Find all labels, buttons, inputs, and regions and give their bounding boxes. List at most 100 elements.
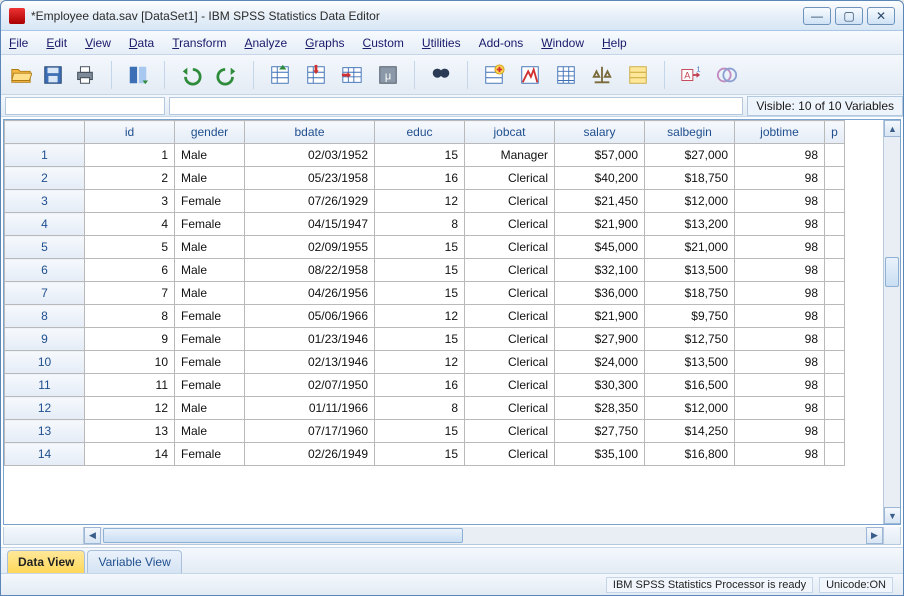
cell-salary[interactable]: $57,000 bbox=[555, 144, 645, 167]
table-row[interactable]: 1414Female02/26/194915Clerical$35,100$16… bbox=[5, 443, 845, 466]
cell-salary[interactable]: $21,900 bbox=[555, 305, 645, 328]
cell-salbegin[interactable]: $21,000 bbox=[645, 236, 735, 259]
column-header-jobcat[interactable]: jobcat bbox=[465, 121, 555, 144]
menu-edit[interactable]: Edit bbox=[46, 36, 67, 50]
cell-salbegin[interactable]: $12,750 bbox=[645, 328, 735, 351]
cell-jobtime[interactable]: 98 bbox=[735, 167, 825, 190]
cell-jobcat[interactable]: Clerical bbox=[465, 420, 555, 443]
menu-utilities[interactable]: Utilities bbox=[422, 36, 461, 50]
menu-analyze[interactable]: Analyze bbox=[244, 36, 287, 50]
row-header[interactable]: 11 bbox=[5, 374, 85, 397]
cell-jobcat[interactable]: Clerical bbox=[465, 190, 555, 213]
cell-p[interactable] bbox=[825, 282, 845, 305]
cell-bdate[interactable]: 02/13/1946 bbox=[245, 351, 375, 374]
cell-jobtime[interactable]: 98 bbox=[735, 236, 825, 259]
column-header-bdate[interactable]: bdate bbox=[245, 121, 375, 144]
cell-jobtime[interactable]: 98 bbox=[735, 374, 825, 397]
cell-bdate[interactable]: 01/11/1966 bbox=[245, 397, 375, 420]
cell-gender[interactable]: Male bbox=[175, 282, 245, 305]
cell-gender[interactable]: Male bbox=[175, 167, 245, 190]
column-header-salbegin[interactable]: salbegin bbox=[645, 121, 735, 144]
row-header[interactable]: 1 bbox=[5, 144, 85, 167]
row-header[interactable]: 3 bbox=[5, 190, 85, 213]
weight-cases-icon[interactable] bbox=[588, 61, 616, 89]
scroll-right-arrow-icon[interactable]: ▶ bbox=[866, 527, 883, 544]
cell-jobcat[interactable]: Clerical bbox=[465, 397, 555, 420]
cell-jobcat[interactable]: Clerical bbox=[465, 443, 555, 466]
column-header-salary[interactable]: salary bbox=[555, 121, 645, 144]
menu-transform[interactable]: Transform bbox=[172, 36, 226, 50]
cell-p[interactable] bbox=[825, 167, 845, 190]
cell-educ[interactable]: 15 bbox=[375, 236, 465, 259]
cell-p[interactable] bbox=[825, 213, 845, 236]
cell-gender[interactable]: Male bbox=[175, 144, 245, 167]
cell-gender[interactable]: Female bbox=[175, 305, 245, 328]
cell-jobcat[interactable]: Clerical bbox=[465, 305, 555, 328]
cell-bdate[interactable]: 02/09/1955 bbox=[245, 236, 375, 259]
cell-jobtime[interactable]: 98 bbox=[735, 144, 825, 167]
cell-bdate[interactable]: 08/22/1958 bbox=[245, 259, 375, 282]
cell-id[interactable]: 4 bbox=[85, 213, 175, 236]
save-icon[interactable] bbox=[39, 61, 67, 89]
insert-variable-icon[interactable] bbox=[516, 61, 544, 89]
cell-p[interactable] bbox=[825, 420, 845, 443]
table-row[interactable]: 1313Male07/17/196015Clerical$27,750$14,2… bbox=[5, 420, 845, 443]
cell-salary[interactable]: $27,900 bbox=[555, 328, 645, 351]
cell-salbegin[interactable]: $12,000 bbox=[645, 190, 735, 213]
title-bar[interactable]: *Employee data.sav [DataSet1] - IBM SPSS… bbox=[1, 1, 903, 31]
horizontal-scrollbar[interactable]: ◀ ▶ bbox=[84, 527, 883, 544]
hscroll-track[interactable] bbox=[101, 527, 866, 544]
menu-graphs[interactable]: Graphs bbox=[305, 36, 344, 50]
cell-gender[interactable]: Male bbox=[175, 259, 245, 282]
cell-p[interactable] bbox=[825, 351, 845, 374]
cell-jobcat[interactable]: Clerical bbox=[465, 213, 555, 236]
cell-salbegin[interactable]: $18,750 bbox=[645, 167, 735, 190]
table-row[interactable]: 22Male05/23/195816Clerical$40,200$18,750… bbox=[5, 167, 845, 190]
column-header-gender[interactable]: gender bbox=[175, 121, 245, 144]
open-icon[interactable] bbox=[7, 61, 35, 89]
cell-salary[interactable]: $30,300 bbox=[555, 374, 645, 397]
cell-educ[interactable]: 15 bbox=[375, 328, 465, 351]
cell-p[interactable] bbox=[825, 305, 845, 328]
cell-p[interactable] bbox=[825, 443, 845, 466]
column-header-p[interactable]: p bbox=[825, 121, 845, 144]
cell-educ[interactable]: 8 bbox=[375, 397, 465, 420]
menu-data[interactable]: Data bbox=[129, 36, 154, 50]
menu-file[interactable]: File bbox=[9, 36, 28, 50]
column-header-jobtime[interactable]: jobtime bbox=[735, 121, 825, 144]
cell-salbegin[interactable]: $13,500 bbox=[645, 259, 735, 282]
row-header[interactable]: 2 bbox=[5, 167, 85, 190]
select-cases-icon[interactable] bbox=[624, 61, 652, 89]
use-variable-sets-icon[interactable] bbox=[713, 61, 741, 89]
cell-jobtime[interactable]: 98 bbox=[735, 443, 825, 466]
menu-addons[interactable]: Add-ons bbox=[479, 36, 524, 50]
undo-icon[interactable] bbox=[177, 61, 205, 89]
cell-p[interactable] bbox=[825, 328, 845, 351]
cell-jobcat[interactable]: Clerical bbox=[465, 282, 555, 305]
cell-salary[interactable]: $21,450 bbox=[555, 190, 645, 213]
row-header[interactable]: 4 bbox=[5, 213, 85, 236]
cell-jobtime[interactable]: 98 bbox=[735, 190, 825, 213]
cell-id[interactable]: 12 bbox=[85, 397, 175, 420]
cell-jobcat[interactable]: Clerical bbox=[465, 351, 555, 374]
cell-bdate[interactable]: 01/23/1946 bbox=[245, 328, 375, 351]
table-row[interactable]: 66Male08/22/195815Clerical$32,100$13,500… bbox=[5, 259, 845, 282]
cell-id[interactable]: 14 bbox=[85, 443, 175, 466]
cell-jobcat[interactable]: Clerical bbox=[465, 167, 555, 190]
cell-gender[interactable]: Female bbox=[175, 351, 245, 374]
cell-bdate[interactable]: 02/03/1952 bbox=[245, 144, 375, 167]
value-labels-icon[interactable]: A1 bbox=[677, 61, 705, 89]
cell-jobtime[interactable]: 98 bbox=[735, 282, 825, 305]
hscroll-thumb[interactable] bbox=[103, 528, 463, 543]
cell-jobcat[interactable]: Clerical bbox=[465, 328, 555, 351]
cell-salary[interactable]: $45,000 bbox=[555, 236, 645, 259]
cell-p[interactable] bbox=[825, 259, 845, 282]
cell-salbegin[interactable]: $14,250 bbox=[645, 420, 735, 443]
cell-salary[interactable]: $32,100 bbox=[555, 259, 645, 282]
grid-corner[interactable] bbox=[5, 121, 85, 144]
cell-educ[interactable]: 15 bbox=[375, 259, 465, 282]
menu-custom[interactable]: Custom bbox=[363, 36, 404, 50]
cell-educ[interactable]: 12 bbox=[375, 305, 465, 328]
cell-salbegin[interactable]: $13,500 bbox=[645, 351, 735, 374]
cell-educ[interactable]: 15 bbox=[375, 144, 465, 167]
